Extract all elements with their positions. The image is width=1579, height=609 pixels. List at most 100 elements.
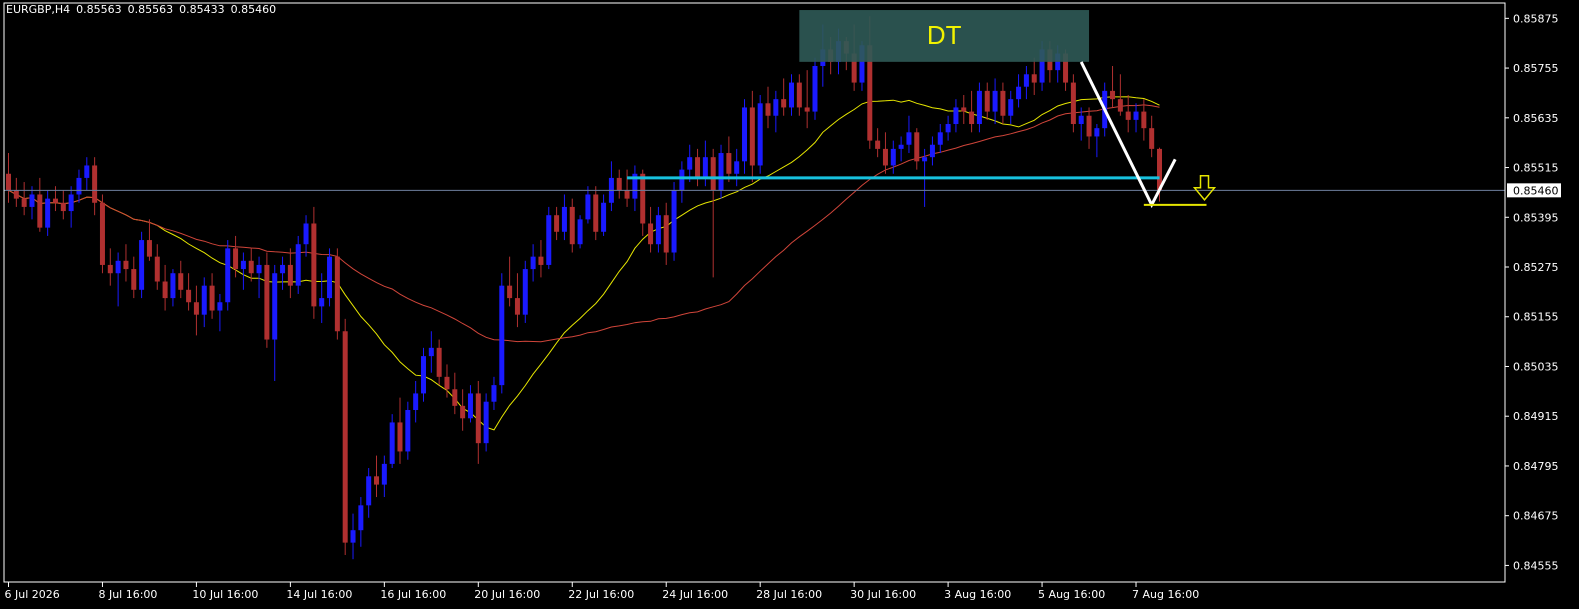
candle-body — [209, 285, 215, 311]
candle-body — [201, 285, 207, 315]
candle-body — [1133, 111, 1139, 120]
candle — [648, 206, 654, 253]
candle-body — [139, 240, 145, 290]
candle — [671, 182, 677, 261]
candle-body — [1023, 74, 1029, 87]
candle-body — [1016, 86, 1022, 100]
candle — [295, 235, 301, 294]
x-tick-label: 10 Jul 16:00 — [192, 588, 258, 601]
candle-body — [616, 177, 622, 191]
candle-body — [76, 177, 82, 195]
candle — [976, 82, 982, 133]
candle — [491, 376, 497, 410]
candle-body — [937, 132, 943, 145]
candle — [13, 177, 19, 207]
candle — [436, 339, 442, 386]
candle — [937, 124, 943, 154]
candle-body — [507, 285, 513, 299]
candle — [475, 380, 481, 464]
candle-body — [554, 215, 560, 232]
y-tick-label: 0.85515 — [1513, 162, 1559, 175]
candle-body — [491, 385, 497, 402]
candle — [162, 264, 168, 311]
candle — [334, 248, 340, 340]
x-tick-label: 22 Jul 16:00 — [568, 588, 634, 601]
candle — [256, 256, 262, 299]
candle-body — [569, 206, 575, 245]
candle — [170, 269, 176, 307]
candle-body — [225, 248, 231, 303]
candle-body — [29, 194, 35, 207]
candle-body — [381, 463, 387, 485]
price-chart[interactable]: DT 0.858750.857550.856350.855150.853950.… — [0, 0, 1579, 609]
candle-body — [749, 107, 755, 166]
candle-body — [256, 264, 262, 274]
candle — [287, 248, 293, 299]
candle — [530, 244, 536, 282]
y-tick-label: 0.85275 — [1513, 261, 1559, 274]
candle-body — [240, 260, 246, 270]
candle-body — [460, 405, 466, 419]
candle-body — [734, 161, 740, 174]
candle — [945, 115, 951, 141]
candle — [405, 401, 411, 460]
candle — [742, 99, 748, 174]
candle — [178, 260, 184, 299]
candle — [1125, 95, 1131, 133]
candle-body — [13, 190, 19, 199]
x-tick-label: 16 Jul 16:00 — [380, 588, 446, 601]
x-tick-label: 5 Aug 16:00 — [1038, 588, 1105, 601]
candle-body — [812, 65, 818, 112]
candle-body — [984, 90, 990, 112]
candle — [452, 372, 458, 415]
candle-body — [710, 157, 716, 191]
candle-body — [742, 107, 748, 162]
candle — [60, 190, 66, 220]
candle-body — [687, 157, 693, 170]
candle — [92, 157, 98, 216]
candle-body — [640, 173, 646, 224]
candle-body — [350, 530, 356, 543]
x-tick-label: 7 Aug 16:00 — [1132, 588, 1199, 601]
y-tick-label: 0.84675 — [1513, 510, 1559, 523]
candle — [327, 248, 333, 307]
candle — [76, 169, 82, 203]
candle — [225, 240, 231, 311]
candle-body — [311, 223, 317, 307]
candle — [726, 136, 732, 183]
candle — [272, 264, 278, 381]
candle-body — [624, 190, 630, 199]
candle — [21, 182, 27, 216]
candle — [507, 256, 513, 307]
candle — [804, 70, 810, 129]
candle — [1094, 124, 1100, 158]
candle-body — [1094, 128, 1100, 137]
candle — [796, 74, 802, 116]
candle-body — [514, 298, 520, 315]
candle — [193, 285, 199, 336]
candle-body — [1070, 82, 1076, 125]
candle — [906, 115, 912, 154]
candle-body — [789, 82, 794, 108]
candle — [397, 397, 403, 464]
y-tick-label: 0.85755 — [1513, 62, 1559, 75]
candle-body — [671, 190, 677, 253]
candle — [1023, 65, 1029, 100]
candle-body — [84, 165, 90, 178]
symbol-label: EURGBP,H4 — [6, 3, 71, 16]
candle — [554, 206, 560, 241]
x-tick-label: 6 Jul 2026 — [5, 588, 60, 601]
candle-body — [170, 273, 176, 299]
candle-body — [1000, 90, 1006, 116]
candle-body — [1125, 111, 1131, 120]
candle-body — [389, 422, 395, 464]
candle-body — [1031, 74, 1037, 83]
candle-body — [1117, 99, 1123, 112]
candle — [710, 148, 716, 278]
candle — [695, 148, 701, 187]
candle-body — [303, 223, 309, 245]
candle — [961, 95, 967, 125]
candle — [358, 497, 364, 547]
candle-body — [601, 202, 607, 232]
candle-body — [953, 107, 959, 125]
